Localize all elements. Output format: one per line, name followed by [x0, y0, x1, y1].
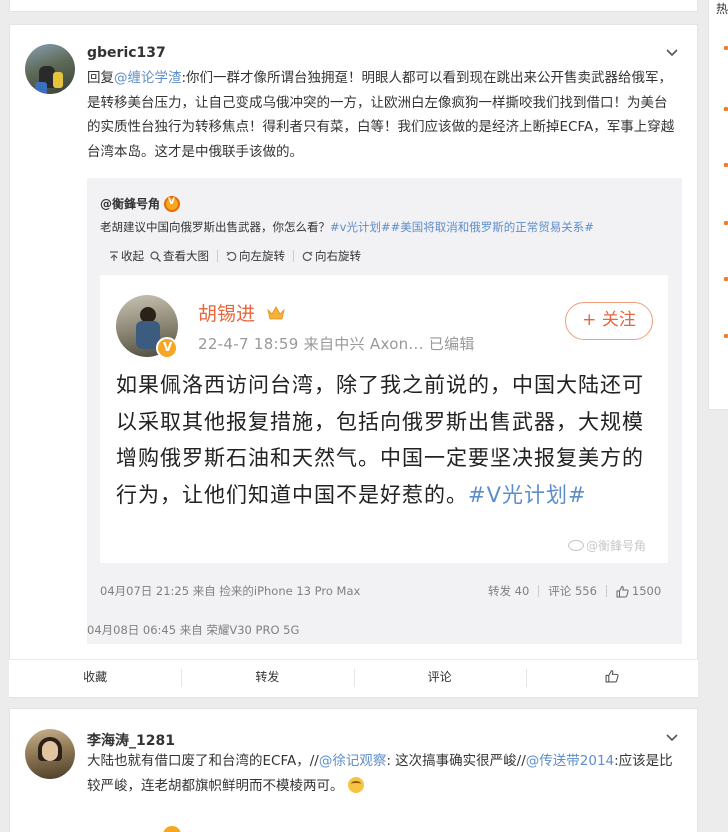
view-large-button[interactable]: 查看大图 [150, 248, 209, 264]
comment-button[interactable]: 评论 [353, 660, 526, 697]
collapse-button[interactable]: 收起 [109, 248, 144, 264]
zoom-icon [150, 250, 161, 262]
avatar[interactable] [25, 729, 75, 779]
verified-badge-icon [156, 337, 178, 359]
weibo-logo-icon [568, 540, 584, 551]
repost-stats: 转发 40 评论 556 1500 [488, 583, 661, 599]
side-bullet [724, 334, 728, 338]
comment-count-link[interactable]: 评论 556 [548, 583, 597, 599]
like-count-link[interactable]: 1500 [616, 584, 661, 598]
verified-badge-icon [164, 195, 181, 212]
forward-button[interactable]: 转发 [181, 660, 353, 697]
mention-link[interactable]: @缠论学渣 [114, 70, 182, 86]
post-username[interactable]: 李海涛_1281 [87, 730, 175, 750]
post-text: 大陆也就有借口废了和台湾的ECFA，//@徐记观察: 这次搞事确实很严峻//@传… [87, 753, 673, 794]
screenshot-username: 胡锡进 [198, 299, 285, 326]
side-bullet [724, 277, 728, 281]
favorite-button[interactable]: 收藏 [9, 660, 181, 697]
image-toolbar: 收起 查看大图 向左旋转 向右旋转 [109, 248, 361, 264]
mention-link[interactable]: @徐记观察 [319, 753, 387, 769]
hashtag-link[interactable]: #v光计划# [330, 220, 391, 234]
repost-text: 老胡建议中国向俄罗斯出售武器，你怎么看？#v光计划##美国将取消和俄罗斯的正常贸… [100, 220, 594, 234]
mention-link[interactable]: @传送带2014 [526, 753, 614, 769]
screenshot-image[interactable]: 胡锡进 22-4-7 18:59 来自中兴 Axon... 已编辑 + 关注 如… [100, 275, 668, 563]
chevron-down-icon[interactable] [663, 46, 681, 60]
side-bullet [724, 107, 728, 111]
screenshot-body: 如果佩洛西访问台湾，除了我之前说的，中国大陆还可以采取其他报复措施，包括向俄罗斯… [116, 373, 644, 507]
repost-source: 04月07日 21:25 来自 捡来的iPhone 13 Pro Max [100, 584, 361, 598]
chevron-down-icon[interactable] [663, 731, 681, 745]
repost-author: @衡鋒号角 [100, 195, 181, 212]
thumbs-up-icon [605, 670, 619, 683]
collapse-icon [110, 250, 118, 261]
post-text: 回复@缠论学渣:你们一群才像所谓台独拥趸！明眼人都可以看到现在跳出来公开售卖武器… [87, 70, 675, 160]
watermark: @衡鋒号角 [568, 537, 646, 554]
side-bullet [724, 46, 728, 50]
rotate-left-icon [226, 251, 237, 261]
rotate-right-button[interactable]: 向右旋转 [302, 248, 361, 264]
rotate-left-button[interactable]: 向左旋转 [226, 248, 285, 264]
side-panel [708, 0, 728, 410]
action-bar: 收藏 转发 评论 [9, 659, 698, 697]
avatar[interactable] [25, 44, 75, 94]
rotate-right-icon [302, 251, 313, 261]
side-panel-heading: 热 [716, 2, 728, 16]
like-button[interactable] [525, 660, 698, 697]
repost-count-link[interactable]: 转发 40 [488, 583, 529, 599]
thumbs-up-icon [616, 585, 629, 597]
reposted-weibo: @衡鋒号角 老胡建议中国向俄罗斯出售武器，你怎么看？#v光计划##美国将取消和俄… [87, 178, 682, 644]
repost-author-link[interactable]: @衡鋒号角 [100, 195, 160, 212]
screenshot-meta: 22-4-7 18:59 来自中兴 Axon... 已编辑 [198, 335, 475, 353]
post-source: 04月08日 06:45 来自 荣耀V30 PRO 5G [87, 623, 300, 637]
previous-post-card [9, 0, 698, 12]
follow-button: + 关注 [565, 302, 653, 340]
emoji-icon [347, 776, 364, 793]
hashtag-link[interactable]: #美国将取消和俄罗斯的正常贸易关系# [391, 220, 594, 234]
crown-icon [267, 306, 285, 320]
side-bullet [724, 221, 728, 225]
post-username[interactable]: gberic137 [87, 45, 166, 61]
side-bullet [724, 163, 728, 167]
